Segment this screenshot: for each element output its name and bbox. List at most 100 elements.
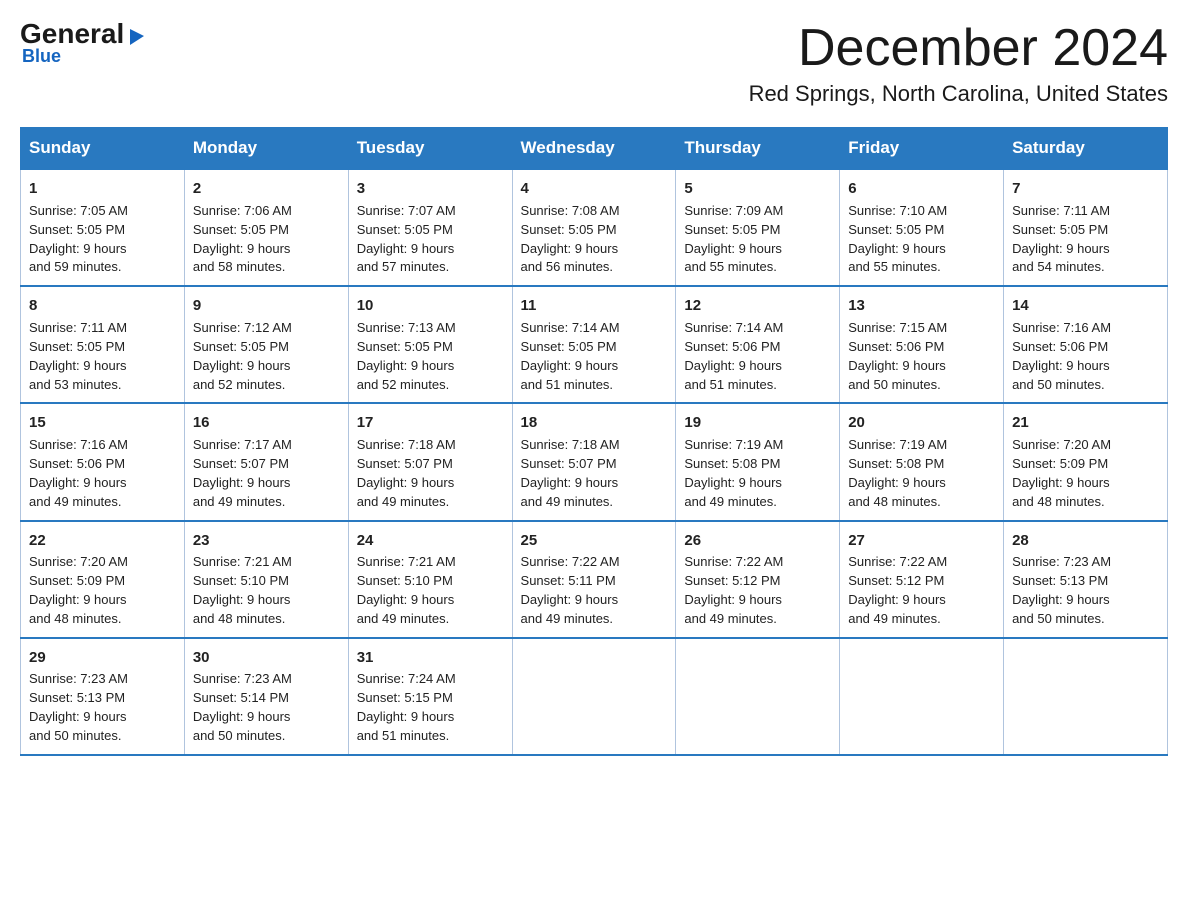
day-info: Sunrise: 7:23 AM Sunset: 5:13 PM Dayligh… <box>1012 553 1159 628</box>
day-number: 24 <box>357 530 504 552</box>
day-info: Sunrise: 7:16 AM Sunset: 5:06 PM Dayligh… <box>1012 319 1159 394</box>
day-info: Sunrise: 7:12 AM Sunset: 5:05 PM Dayligh… <box>193 319 340 394</box>
day-number: 18 <box>521 412 668 434</box>
calendar-cell <box>840 638 1004 755</box>
day-number: 21 <box>1012 412 1159 434</box>
day-number: 27 <box>848 530 995 552</box>
calendar-cell: 22Sunrise: 7:20 AM Sunset: 5:09 PM Dayli… <box>21 521 185 638</box>
calendar-cell: 31Sunrise: 7:24 AM Sunset: 5:15 PM Dayli… <box>348 638 512 755</box>
day-number: 16 <box>193 412 340 434</box>
calendar-cell: 29Sunrise: 7:23 AM Sunset: 5:13 PM Dayli… <box>21 638 185 755</box>
day-info: Sunrise: 7:22 AM Sunset: 5:12 PM Dayligh… <box>684 553 831 628</box>
day-info: Sunrise: 7:23 AM Sunset: 5:14 PM Dayligh… <box>193 670 340 745</box>
day-number: 15 <box>29 412 176 434</box>
calendar-cell: 4Sunrise: 7:08 AM Sunset: 5:05 PM Daylig… <box>512 169 676 286</box>
day-number: 28 <box>1012 530 1159 552</box>
month-title: December 2024 <box>749 20 1168 77</box>
logo-general: General <box>20 18 124 49</box>
day-info: Sunrise: 7:14 AM Sunset: 5:05 PM Dayligh… <box>521 319 668 394</box>
day-info: Sunrise: 7:19 AM Sunset: 5:08 PM Dayligh… <box>684 436 831 511</box>
calendar-cell: 16Sunrise: 7:17 AM Sunset: 5:07 PM Dayli… <box>184 403 348 520</box>
day-number: 26 <box>684 530 831 552</box>
day-number: 1 <box>29 178 176 200</box>
day-info: Sunrise: 7:18 AM Sunset: 5:07 PM Dayligh… <box>521 436 668 511</box>
logo-sub: Blue <box>22 46 61 67</box>
day-info: Sunrise: 7:20 AM Sunset: 5:09 PM Dayligh… <box>1012 436 1159 511</box>
calendar-week-row: 29Sunrise: 7:23 AM Sunset: 5:13 PM Dayli… <box>21 638 1168 755</box>
calendar-cell: 24Sunrise: 7:21 AM Sunset: 5:10 PM Dayli… <box>348 521 512 638</box>
calendar-cell: 18Sunrise: 7:18 AM Sunset: 5:07 PM Dayli… <box>512 403 676 520</box>
day-number: 23 <box>193 530 340 552</box>
day-number: 22 <box>29 530 176 552</box>
day-info: Sunrise: 7:06 AM Sunset: 5:05 PM Dayligh… <box>193 202 340 277</box>
calendar-cell: 10Sunrise: 7:13 AM Sunset: 5:05 PM Dayli… <box>348 286 512 403</box>
calendar-cell: 9Sunrise: 7:12 AM Sunset: 5:05 PM Daylig… <box>184 286 348 403</box>
calendar-cell: 27Sunrise: 7:22 AM Sunset: 5:12 PM Dayli… <box>840 521 1004 638</box>
day-number: 12 <box>684 295 831 317</box>
day-info: Sunrise: 7:08 AM Sunset: 5:05 PM Dayligh… <box>521 202 668 277</box>
location-title: Red Springs, North Carolina, United Stat… <box>749 81 1168 107</box>
calendar-cell: 7Sunrise: 7:11 AM Sunset: 5:05 PM Daylig… <box>1004 169 1168 286</box>
calendar-cell: 15Sunrise: 7:16 AM Sunset: 5:06 PM Dayli… <box>21 403 185 520</box>
calendar-header-friday: Friday <box>840 128 1004 170</box>
day-info: Sunrise: 7:11 AM Sunset: 5:05 PM Dayligh… <box>1012 202 1159 277</box>
day-info: Sunrise: 7:23 AM Sunset: 5:13 PM Dayligh… <box>29 670 176 745</box>
calendar-cell: 23Sunrise: 7:21 AM Sunset: 5:10 PM Dayli… <box>184 521 348 638</box>
calendar-header-sunday: Sunday <box>21 128 185 170</box>
day-number: 25 <box>521 530 668 552</box>
calendar-cell: 6Sunrise: 7:10 AM Sunset: 5:05 PM Daylig… <box>840 169 1004 286</box>
day-number: 31 <box>357 647 504 669</box>
calendar-cell <box>1004 638 1168 755</box>
day-info: Sunrise: 7:22 AM Sunset: 5:12 PM Dayligh… <box>848 553 995 628</box>
calendar-week-row: 1Sunrise: 7:05 AM Sunset: 5:05 PM Daylig… <box>21 169 1168 286</box>
day-info: Sunrise: 7:17 AM Sunset: 5:07 PM Dayligh… <box>193 436 340 511</box>
calendar-cell: 19Sunrise: 7:19 AM Sunset: 5:08 PM Dayli… <box>676 403 840 520</box>
calendar-cell <box>676 638 840 755</box>
day-info: Sunrise: 7:19 AM Sunset: 5:08 PM Dayligh… <box>848 436 995 511</box>
calendar-header-tuesday: Tuesday <box>348 128 512 170</box>
day-info: Sunrise: 7:20 AM Sunset: 5:09 PM Dayligh… <box>29 553 176 628</box>
day-info: Sunrise: 7:21 AM Sunset: 5:10 PM Dayligh… <box>193 553 340 628</box>
day-number: 13 <box>848 295 995 317</box>
day-info: Sunrise: 7:11 AM Sunset: 5:05 PM Dayligh… <box>29 319 176 394</box>
day-number: 11 <box>521 295 668 317</box>
calendar-cell: 2Sunrise: 7:06 AM Sunset: 5:05 PM Daylig… <box>184 169 348 286</box>
day-info: Sunrise: 7:07 AM Sunset: 5:05 PM Dayligh… <box>357 202 504 277</box>
calendar-cell <box>512 638 676 755</box>
day-info: Sunrise: 7:09 AM Sunset: 5:05 PM Dayligh… <box>684 202 831 277</box>
day-number: 9 <box>193 295 340 317</box>
calendar-header-monday: Monday <box>184 128 348 170</box>
day-number: 19 <box>684 412 831 434</box>
day-number: 17 <box>357 412 504 434</box>
calendar-header-saturday: Saturday <box>1004 128 1168 170</box>
logo-text: General <box>20 20 148 48</box>
day-number: 20 <box>848 412 995 434</box>
day-info: Sunrise: 7:13 AM Sunset: 5:05 PM Dayligh… <box>357 319 504 394</box>
day-number: 4 <box>521 178 668 200</box>
day-number: 5 <box>684 178 831 200</box>
calendar-header-wednesday: Wednesday <box>512 128 676 170</box>
day-number: 10 <box>357 295 504 317</box>
calendar-cell: 21Sunrise: 7:20 AM Sunset: 5:09 PM Dayli… <box>1004 403 1168 520</box>
day-number: 29 <box>29 647 176 669</box>
calendar-week-row: 15Sunrise: 7:16 AM Sunset: 5:06 PM Dayli… <box>21 403 1168 520</box>
calendar-cell: 30Sunrise: 7:23 AM Sunset: 5:14 PM Dayli… <box>184 638 348 755</box>
day-info: Sunrise: 7:24 AM Sunset: 5:15 PM Dayligh… <box>357 670 504 745</box>
calendar-cell: 28Sunrise: 7:23 AM Sunset: 5:13 PM Dayli… <box>1004 521 1168 638</box>
day-number: 6 <box>848 178 995 200</box>
day-number: 2 <box>193 178 340 200</box>
calendar-cell: 11Sunrise: 7:14 AM Sunset: 5:05 PM Dayli… <box>512 286 676 403</box>
day-info: Sunrise: 7:05 AM Sunset: 5:05 PM Dayligh… <box>29 202 176 277</box>
day-number: 8 <box>29 295 176 317</box>
calendar-cell: 12Sunrise: 7:14 AM Sunset: 5:06 PM Dayli… <box>676 286 840 403</box>
calendar-header-thursday: Thursday <box>676 128 840 170</box>
calendar-week-row: 22Sunrise: 7:20 AM Sunset: 5:09 PM Dayli… <box>21 521 1168 638</box>
calendar-header-row: SundayMondayTuesdayWednesdayThursdayFrid… <box>21 128 1168 170</box>
day-info: Sunrise: 7:16 AM Sunset: 5:06 PM Dayligh… <box>29 436 176 511</box>
calendar-table: SundayMondayTuesdayWednesdayThursdayFrid… <box>20 127 1168 756</box>
day-number: 7 <box>1012 178 1159 200</box>
calendar-cell: 1Sunrise: 7:05 AM Sunset: 5:05 PM Daylig… <box>21 169 185 286</box>
day-info: Sunrise: 7:15 AM Sunset: 5:06 PM Dayligh… <box>848 319 995 394</box>
calendar-cell: 20Sunrise: 7:19 AM Sunset: 5:08 PM Dayli… <box>840 403 1004 520</box>
logo: General Blue <box>20 20 148 67</box>
